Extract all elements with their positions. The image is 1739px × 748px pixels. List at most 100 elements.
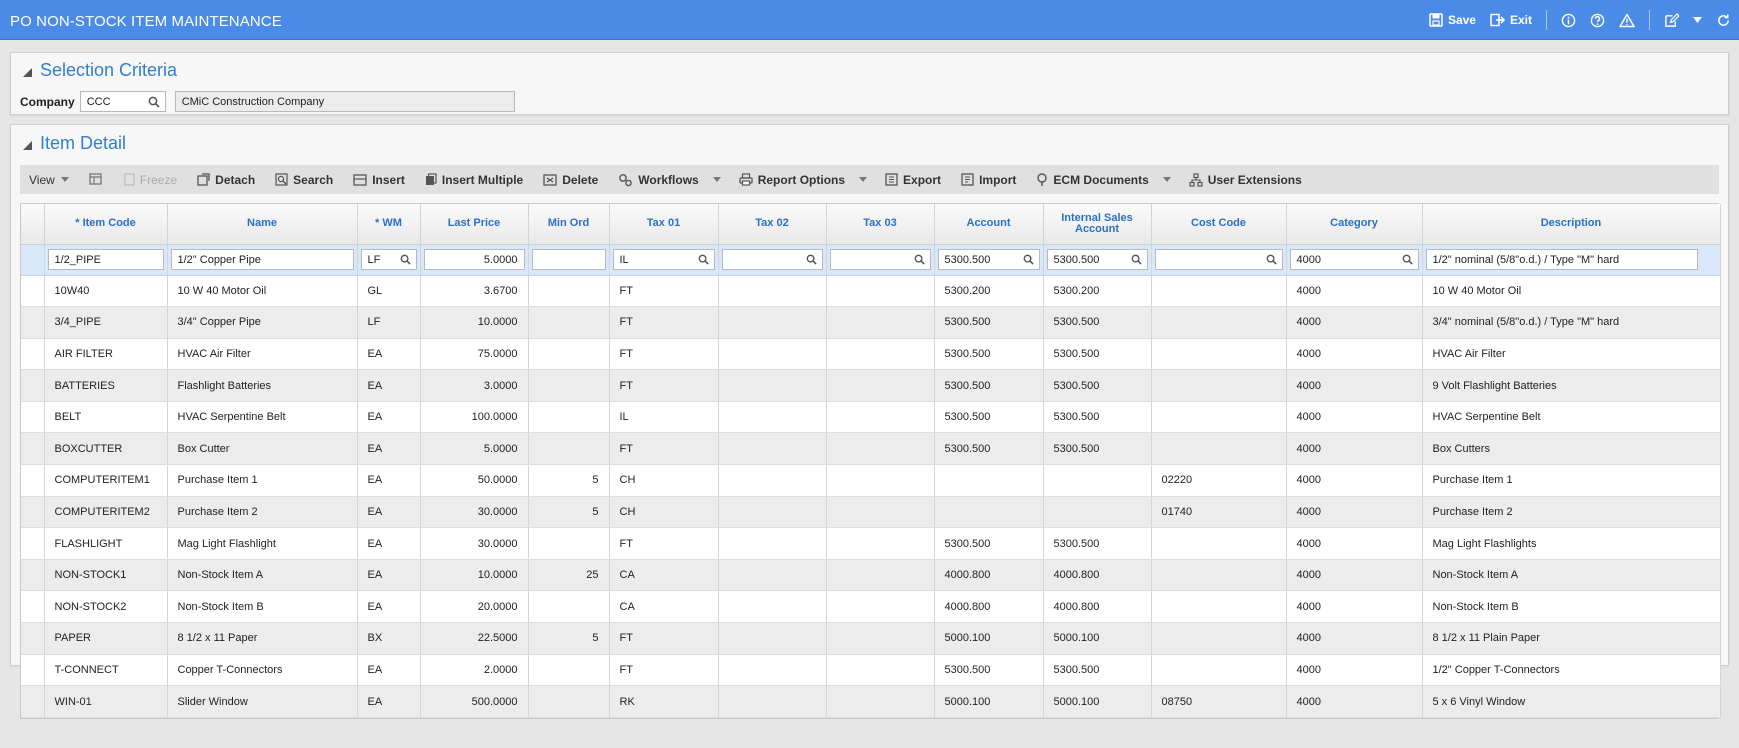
wm-cell[interactable]: EA: [357, 401, 421, 434]
description-cell[interactable]: Purchase Item 1: [1422, 464, 1721, 497]
search-icon[interactable]: [148, 96, 160, 108]
table-row[interactable]: 10W40 10 W 40 Motor Oil GL 3.6700 FT 5300.200…: [21, 275, 1721, 308]
min-ord-cell[interactable]: [528, 306, 610, 339]
cost-code-cell[interactable]: [1151, 622, 1287, 655]
search-icon[interactable]: [698, 254, 709, 265]
tax02-cell[interactable]: [718, 590, 827, 624]
tax03-cell[interactable]: [826, 338, 935, 371]
tax01-cell[interactable]: FT: [609, 622, 719, 655]
search-icon[interactable]: [1402, 254, 1413, 265]
column-header-account[interactable]: Account: [934, 204, 1044, 245]
description-cell[interactable]: HVAC Air Filter: [1422, 338, 1721, 371]
search-icon[interactable]: [806, 254, 817, 265]
cost-code-cell[interactable]: 08750: [1151, 685, 1287, 718]
item-code-cell[interactable]: COMPUTERITEM1: [44, 464, 168, 497]
internal-sales-account-cell[interactable]: 5300.500: [1043, 654, 1152, 687]
tax03-cell[interactable]: [826, 275, 935, 308]
internal-sales-account-cell[interactable]: 5300.500: [1043, 306, 1152, 339]
tax03-cell[interactable]: [826, 401, 935, 434]
insert-button[interactable]: Insert: [353, 173, 405, 187]
tax01-cell[interactable]: CA: [609, 590, 719, 624]
tax01-cell[interactable]: FT: [609, 338, 719, 371]
wm-cell[interactable]: EA: [357, 590, 421, 624]
item-code-cell[interactable]: 3/4_PIPE: [44, 306, 168, 339]
description-cell[interactable]: 9 Volt Flashlight Batteries: [1422, 369, 1721, 402]
row-selector[interactable]: [21, 559, 45, 592]
description-cell[interactable]: Purchase Item 2: [1422, 496, 1721, 529]
account-cell[interactable]: 5300.200: [934, 275, 1044, 308]
row-selector[interactable]: [21, 338, 45, 371]
workflows-menu[interactable]: Workflows: [618, 173, 721, 187]
category-cell[interactable]: 4000: [1286, 685, 1423, 718]
tax03-cell[interactable]: [826, 559, 935, 592]
tax02-cell[interactable]: [718, 432, 827, 466]
account-cell[interactable]: 5300.500: [934, 527, 1044, 560]
user-extensions-button[interactable]: User Extensions: [1189, 173, 1302, 187]
min-ord-cell[interactable]: [528, 369, 610, 402]
tax01-cell[interactable]: CH: [609, 464, 719, 497]
min-ord-cell[interactable]: [528, 275, 610, 308]
search-button[interactable]: Search: [275, 173, 333, 187]
category-cell[interactable]: 4000: [1286, 654, 1423, 687]
category-cell[interactable]: 4000: [1286, 527, 1423, 560]
cost-code-cell[interactable]: [1151, 369, 1287, 402]
tax02-cell[interactable]: [718, 685, 827, 718]
save-button[interactable]: Save: [1429, 13, 1476, 27]
name-cell[interactable]: Copper T-Connectors: [167, 654, 358, 687]
description-cell[interactable]: Non-Stock Item B: [1422, 590, 1721, 624]
account-cell[interactable]: 5300.500: [934, 338, 1044, 371]
cost-code-cell[interactable]: [1151, 654, 1287, 687]
account-cell[interactable]: 4000.800: [934, 559, 1044, 592]
description-input[interactable]: 1/2" nominal (5/8"o.d.) / Type "M" hard: [1425, 249, 1698, 270]
tax01-cell[interactable]: FT: [609, 369, 719, 402]
item-code-cell[interactable]: WIN-01: [44, 685, 168, 718]
item-code-cell[interactable]: BOXCUTTER: [44, 432, 168, 466]
internal-sales-account-cell[interactable]: 5000.100: [1043, 685, 1152, 718]
account-cell[interactable]: 5000.100: [934, 622, 1044, 655]
column-header-name[interactable]: Name: [167, 204, 358, 245]
row-selector[interactable]: [21, 306, 45, 339]
column-header-min-ord[interactable]: Min Ord: [528, 204, 610, 245]
description-cell[interactable]: Mag Light Flashlights: [1422, 527, 1721, 560]
tax02-cell[interactable]: [718, 527, 827, 560]
account-cell[interactable]: 5300.500: [934, 654, 1044, 687]
item-code-cell[interactable]: AIR FILTER: [44, 338, 168, 371]
column-header-tax02[interactable]: Tax 02: [718, 204, 827, 245]
wm-cell[interactable]: GL: [357, 275, 421, 308]
name-cell[interactable]: Slider Window: [167, 685, 358, 718]
table-row[interactable]: 3/4_PIPE 3/4" Copper Pipe LF 10.0000 FT 5300.…: [21, 306, 1721, 339]
account-cell[interactable]: 5300.500: [934, 401, 1044, 434]
tax02-cell[interactable]: [718, 559, 827, 592]
table-row[interactable]: COMPUTERITEM2 Purchase Item 2 EA 30.0000 5 CH…: [21, 496, 1721, 529]
tax03-cell[interactable]: [826, 527, 935, 560]
tax03-cell[interactable]: [826, 496, 935, 529]
row-selector[interactable]: [21, 464, 45, 497]
table-row[interactable]: BOXCUTTER Box Cutter EA 5.0000 FT 5300.500 530…: [21, 432, 1721, 466]
search-icon[interactable]: [400, 254, 411, 265]
warning-icon[interactable]: [1619, 13, 1635, 28]
report-options-menu[interactable]: Report Options: [739, 173, 868, 187]
row-selector[interactable]: [21, 275, 45, 308]
min-ord-cell[interactable]: 5: [528, 464, 610, 497]
refresh-icon[interactable]: [1716, 13, 1731, 28]
cost-code-cell[interactable]: [1151, 559, 1287, 592]
row-selector[interactable]: [21, 244, 45, 276]
row-selector[interactable]: [21, 401, 45, 434]
wm-cell[interactable]: BX: [357, 622, 421, 655]
cost-code-cell[interactable]: [1151, 590, 1287, 624]
freeze-button[interactable]: Freeze: [124, 173, 177, 187]
row-selector[interactable]: [21, 369, 45, 402]
last-price-cell[interactable]: 3.6700: [420, 275, 529, 308]
wm-cell[interactable]: EA: [357, 527, 421, 560]
tax01-cell[interactable]: IL: [609, 401, 719, 434]
account-cell[interactable]: 5300.500: [934, 369, 1044, 402]
tax01-cell[interactable]: RK: [609, 685, 719, 718]
column-header-cost-code[interactable]: Cost Code: [1151, 204, 1287, 245]
item-code-cell[interactable]: FLASHLIGHT: [44, 527, 168, 560]
wm-cell[interactable]: EA: [357, 432, 421, 466]
tax02-cell[interactable]: [718, 622, 827, 655]
last-price-cell[interactable]: 3.0000: [420, 369, 529, 402]
internal-sales-account-cell[interactable]: [1043, 464, 1152, 497]
row-selector[interactable]: [21, 527, 45, 560]
item-code-cell[interactable]: PAPER: [44, 622, 168, 655]
